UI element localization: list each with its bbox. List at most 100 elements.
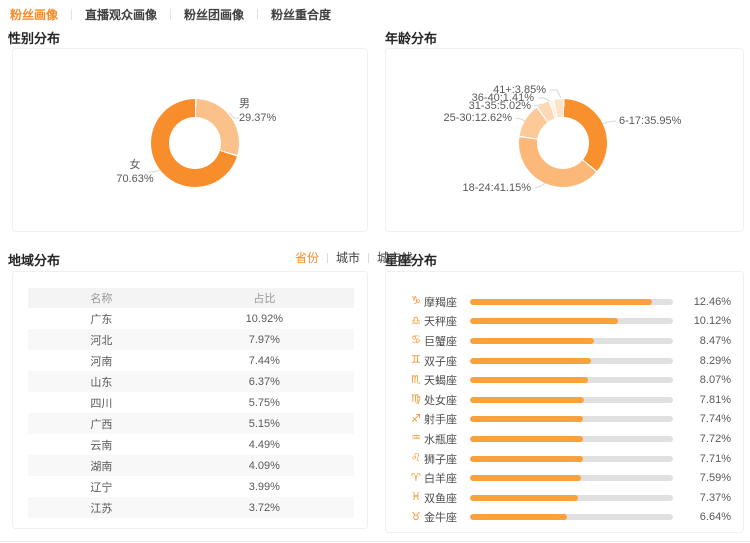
bar-fill xyxy=(470,416,583,422)
tab-fan-club-portrait[interactable]: 粉丝团画像 xyxy=(184,6,244,23)
page-bottom-divider xyxy=(0,541,750,542)
gender-male-name: 男 xyxy=(239,97,276,111)
zodiac-value: 7.81% xyxy=(681,394,731,406)
region-name: 广西 xyxy=(28,416,175,432)
table-row[interactable]: 江苏 3.72% xyxy=(28,497,354,518)
zodiac-sign-icon: ♓ xyxy=(411,492,424,503)
zodiac-row[interactable]: ♏ 天蝎座 8.07% xyxy=(411,370,731,390)
zodiac-sign-icon: ♐ xyxy=(411,414,424,425)
zodiac-row[interactable]: ♈ 白羊座 7.59% xyxy=(411,468,731,488)
zodiac-name: 巨蟹座 xyxy=(424,333,464,349)
gender-male-value: 29.37% xyxy=(239,111,276,125)
table-header-row: 名称 占比 xyxy=(28,288,354,308)
bar-fill xyxy=(470,377,588,383)
bar-fill xyxy=(470,475,581,481)
tab-fan-portrait[interactable]: 粉丝画像 xyxy=(10,6,58,23)
region-panel-title: 地域分布 xyxy=(8,250,60,269)
region-name: 山东 xyxy=(28,374,175,390)
table-row[interactable]: 河南 7.44% xyxy=(28,350,354,371)
zodiac-name: 天蝎座 xyxy=(424,372,464,388)
bar-fill xyxy=(470,495,578,501)
zodiac-row[interactable]: ♐ 射手座 7.74% xyxy=(411,410,731,430)
zodiac-value: 7.37% xyxy=(681,492,731,504)
bar-fill xyxy=(470,318,618,324)
table-row[interactable]: 辽宁 3.99% xyxy=(28,476,354,497)
zodiac-row[interactable]: ♊ 双子座 8.29% xyxy=(411,351,731,371)
bar-fill xyxy=(470,358,591,364)
region-ratio: 6.37% xyxy=(175,376,354,388)
region-ratio: 7.97% xyxy=(175,334,354,346)
zodiac-name: 处女座 xyxy=(424,392,464,408)
table-row[interactable]: 广西 5.15% xyxy=(28,413,354,434)
table-row[interactable]: 湖南 4.09% xyxy=(28,455,354,476)
donut-hole xyxy=(537,117,589,169)
zodiac-value: 7.74% xyxy=(681,413,731,425)
gender-donut-chart[interactable] xyxy=(151,99,239,187)
zodiac-sign-icon: ♒ xyxy=(411,433,424,444)
tab-live-audience-portrait[interactable]: 直播观众画像 xyxy=(85,6,157,23)
zodiac-sign-icon: ♊ xyxy=(411,355,424,366)
zodiac-sign-icon: ♈ xyxy=(411,473,424,484)
zodiac-row[interactable]: ♎ 天秤座 10.12% xyxy=(411,312,731,332)
tab-divider xyxy=(257,9,258,20)
table-row[interactable]: 云南 4.49% xyxy=(28,434,354,455)
bar-track xyxy=(470,436,673,442)
zodiac-value: 7.59% xyxy=(681,472,731,484)
tab-divider xyxy=(327,253,328,263)
zodiac-row[interactable]: ♉ 金牛座 6.64% xyxy=(411,508,731,528)
tab-divider xyxy=(71,9,72,20)
zodiac-row[interactable]: ♍ 处女座 7.81% xyxy=(411,390,731,410)
region-table: 名称 占比 广东 10.92% 河北 7.97% 河南 7.44% 山东 6.3… xyxy=(28,288,354,518)
gender-label-female: 女 70.63% xyxy=(111,158,159,186)
gender-chart-panel: 男 29.37% 女 70.63% xyxy=(12,48,368,232)
bar-track xyxy=(470,514,673,520)
zodiac-chart-panel: ♑ 摩羯座 12.46% ♎ 天秤座 10.12% ♋ 巨蟹座 8.47% ♊ … xyxy=(385,271,744,533)
column-header-ratio: 占比 xyxy=(175,290,354,306)
zodiac-row[interactable]: ♑ 摩羯座 12.46% xyxy=(411,292,731,312)
bar-track xyxy=(470,377,673,383)
region-ratio: 3.99% xyxy=(175,481,354,493)
table-row[interactable]: 四川 5.75% xyxy=(28,392,354,413)
age-label-31-35: 31-35:5.02% xyxy=(469,101,531,112)
zodiac-name: 摩羯座 xyxy=(424,294,464,310)
zodiac-value: 12.46% xyxy=(681,296,731,308)
zodiac-row[interactable]: ♌ 狮子座 7.71% xyxy=(411,449,731,469)
region-name: 河北 xyxy=(28,332,175,348)
bar-fill xyxy=(470,338,594,344)
region-ratio: 5.15% xyxy=(175,418,354,430)
bar-fill xyxy=(470,514,567,520)
zodiac-sign-icon: ♎ xyxy=(411,316,424,327)
zodiac-value: 8.07% xyxy=(681,374,731,386)
table-row[interactable]: 山东 6.37% xyxy=(28,371,354,392)
zodiac-row[interactable]: ♓ 双鱼座 7.37% xyxy=(411,488,731,508)
bar-fill xyxy=(470,299,652,305)
bar-track xyxy=(470,495,673,501)
region-level-tabs: 省份 城市 城市线 xyxy=(295,249,413,266)
table-row[interactable]: 河北 7.97% xyxy=(28,329,354,350)
region-name: 河南 xyxy=(28,353,175,369)
gender-female-name: 女 xyxy=(111,158,159,172)
bar-track xyxy=(470,338,673,344)
region-tab-city-tier[interactable]: 城市线 xyxy=(377,249,413,266)
region-tab-province[interactable]: 省份 xyxy=(295,249,319,266)
region-ratio: 4.09% xyxy=(175,460,354,472)
column-header-name: 名称 xyxy=(28,290,175,306)
zodiac-row[interactable]: ♋ 巨蟹座 8.47% xyxy=(411,331,731,351)
zodiac-sign-icon: ♏ xyxy=(411,375,424,386)
age-donut-chart[interactable] xyxy=(519,99,607,187)
zodiac-value: 7.71% xyxy=(681,453,731,465)
bar-track xyxy=(470,456,673,462)
bar-track xyxy=(470,358,673,364)
zodiac-bar-list: ♑ 摩羯座 12.46% ♎ 天秤座 10.12% ♋ 巨蟹座 8.47% ♊ … xyxy=(386,292,743,527)
zodiac-name: 双鱼座 xyxy=(424,490,464,506)
gender-female-value: 70.63% xyxy=(111,172,159,186)
region-tab-city[interactable]: 城市 xyxy=(336,249,360,266)
tab-divider xyxy=(368,253,369,263)
zodiac-row[interactable]: ♒ 水瓶座 7.72% xyxy=(411,429,731,449)
tab-fan-overlap[interactable]: 粉丝重合度 xyxy=(271,6,331,23)
age-label-25-30: 25-30:12.62% xyxy=(444,113,513,124)
tab-divider xyxy=(170,9,171,20)
table-row[interactable]: 广东 10.92% xyxy=(28,308,354,329)
bar-fill xyxy=(470,456,583,462)
region-ratio: 3.72% xyxy=(175,502,354,514)
